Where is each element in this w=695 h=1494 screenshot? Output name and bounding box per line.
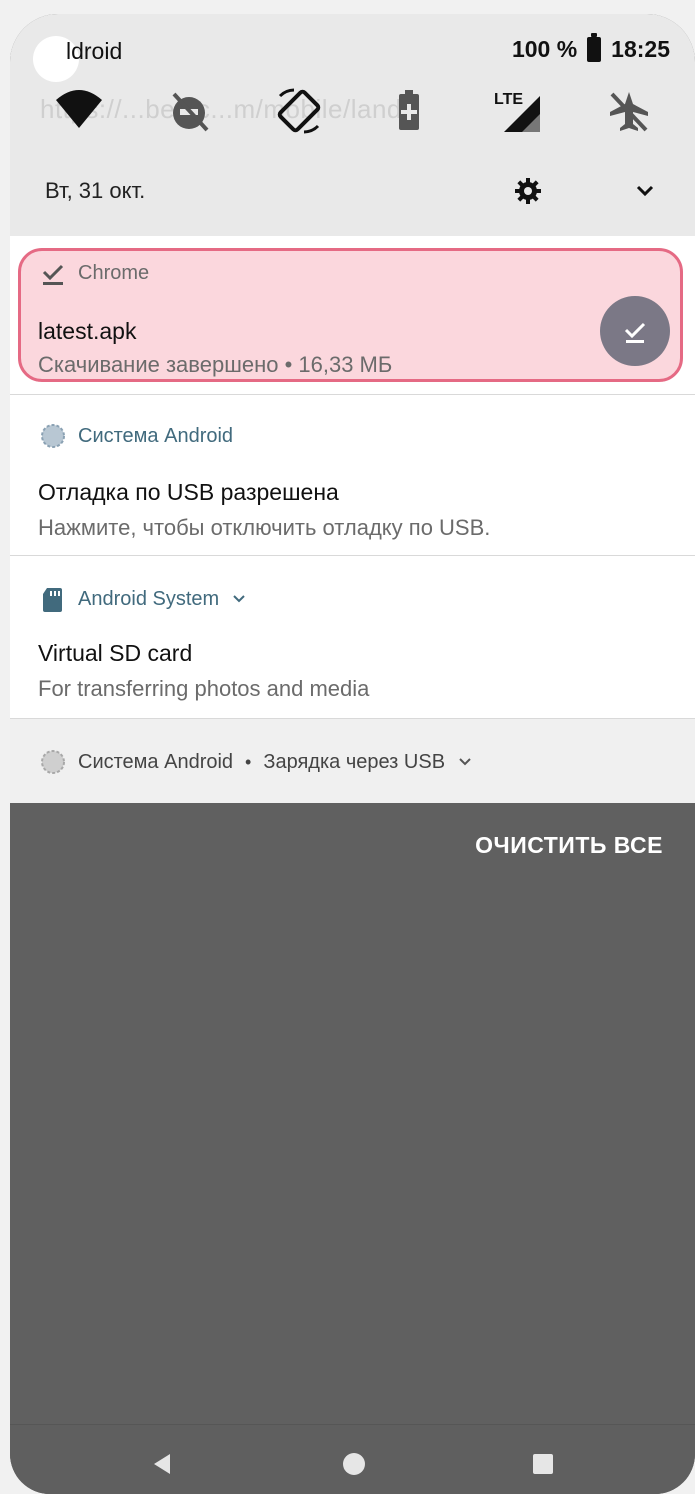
notification-app-name: Система Android [78,424,234,447]
notification-header: Система Android • Зарядка через USB [40,749,473,775]
notification-header: Система Android [40,423,233,449]
clock: 18:25 [611,36,670,62]
auto-rotate-icon[interactable] [274,86,324,136]
notification-charging-usb[interactable]: Система Android • Зарядка через USB [10,719,695,803]
battery-saver-icon[interactable] [384,86,434,136]
notification-app-name: Android System [78,587,220,610]
mobile-data-lte-icon[interactable]: LTE [494,86,544,136]
status-right: 100 % 18:25 [511,33,670,63]
chevron-down-icon[interactable] [231,591,247,607]
expand-chevron-icon[interactable] [630,176,660,206]
navigation-bar [10,1424,695,1494]
status-left-text: ldroid [66,38,123,64]
notification-app-name: Chrome [78,261,150,284]
sd-card-icon [43,588,62,612]
settings-gear-icon[interactable] [513,176,543,206]
android-system-icon [41,750,65,774]
wifi-icon[interactable] [54,86,104,136]
quick-settings-panel: ldroid 100 % 18:25 https://...berlic...m… [10,14,695,236]
battery-icon [587,33,602,62]
notification-app-name: Система Android [78,750,234,773]
download-done-icon [42,264,64,285]
home-icon[interactable] [341,1451,367,1477]
recents-icon[interactable] [530,1451,556,1477]
notification-usb-debugging[interactable]: Система Android Отладка по USB разрешена… [10,395,695,556]
notification-subtitle: Нажмите, чтобы отключить отладку по USB. [38,515,491,540]
notification-action-button[interactable] [600,296,670,366]
svg-text:LTE: LTE [494,91,523,108]
quick-settings-tiles: LTE [10,86,695,146]
chevron-down-icon[interactable] [457,754,473,770]
notification-header: Android System [40,586,247,612]
separator-dot: • [245,751,252,772]
do-not-disturb-off-icon[interactable] [164,86,214,136]
notification-download-complete[interactable]: Chrome latest.apk Скачивание завершено •… [10,236,695,395]
battery-percent: 100 % [511,36,578,62]
qs-date: Вт, 31 окт. [45,178,146,203]
back-icon[interactable] [150,1451,176,1477]
notification-virtual-sd[interactable]: Android System Virtual SD card For trans… [10,556,695,719]
notification-title: Отладка по USB разрешена [38,479,339,505]
notification-title: latest.apk [38,318,137,344]
android-system-icon [41,424,65,448]
clear-all-button[interactable]: ОЧИСТИТЬ ВСЕ [475,832,663,859]
download-done-icon [624,322,646,343]
notification-title: Virtual SD card [38,640,193,666]
notification-subtitle: Скачивание завершено • 16,33 МБ [38,352,393,377]
notification-header: Chrome [40,260,149,286]
phone-screen: ldroid 100 % 18:25 https://...berlic...m… [10,14,695,1494]
airplane-mode-off-icon[interactable] [604,86,654,136]
notification-subtitle: For transferring photos and media [38,676,370,701]
notification-extra: Зарядка через USB [263,750,446,773]
